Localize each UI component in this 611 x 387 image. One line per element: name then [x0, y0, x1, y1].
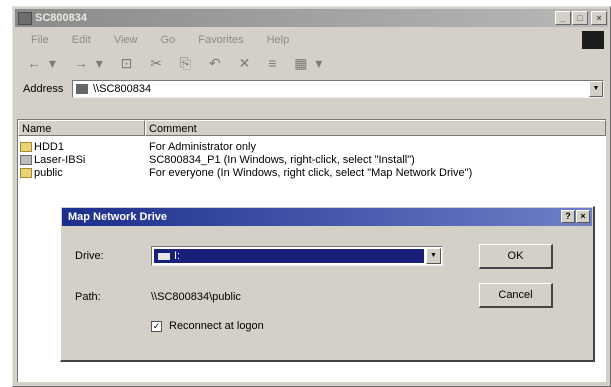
- dialog-titlebar[interactable]: Map Network Drive ? ×: [62, 208, 592, 226]
- drive-value: I:: [174, 250, 181, 262]
- dialog-title: Map Network Drive: [68, 211, 168, 223]
- views-icon[interactable]: ▦ ▾: [294, 55, 324, 71]
- item-comment: SC800834_P1 (In Windows, right-click, se…: [149, 154, 415, 166]
- undo-icon[interactable]: ↶: [209, 55, 223, 71]
- minimize-button[interactable]: _: [555, 11, 571, 25]
- item-comment: For Administrator only: [149, 141, 256, 153]
- help-button[interactable]: ?: [561, 210, 575, 223]
- reconnect-checkbox[interactable]: ✓: [151, 321, 162, 332]
- address-dropdown-arrow-icon[interactable]: ▼: [589, 81, 603, 97]
- address-label: Address: [23, 83, 64, 95]
- drive-selected-value: I:: [154, 249, 424, 263]
- menu-file[interactable]: File: [31, 34, 49, 46]
- network-computer-icon: [76, 84, 88, 94]
- copy-icon[interactable]: ⎘: [180, 55, 193, 71]
- list-item[interactable]: Laser-IBSi SC800834_P1 (In Windows, righ…: [18, 154, 606, 167]
- back-icon[interactable]: ← ▾: [27, 55, 58, 71]
- item-name[interactable]: Laser-IBSi: [34, 154, 85, 167]
- printer-icon: [20, 155, 32, 165]
- network-computer-icon: [18, 12, 32, 25]
- column-header-name[interactable]: Name: [18, 120, 145, 136]
- maximize-button[interactable]: □: [572, 11, 588, 25]
- address-bar: Address \\SC800834 ▼: [17, 79, 606, 101]
- map-network-drive-dialog: Map Network Drive ? × Drive: I: ▼ Path: \…: [60, 206, 595, 362]
- dialog-close-button[interactable]: ×: [576, 210, 590, 223]
- up-icon[interactable]: ⊡: [121, 55, 135, 71]
- drive-label: Drive:: [75, 250, 104, 262]
- path-value: \\SC800834\public: [151, 291, 241, 303]
- ok-button[interactable]: OK: [479, 244, 553, 269]
- window-titlebar[interactable]: SC800834 _ □ ×: [15, 9, 608, 27]
- window-title: SC800834: [35, 12, 87, 24]
- windows-logo-icon: [582, 31, 604, 49]
- column-header-comment[interactable]: Comment: [145, 120, 606, 136]
- item-name[interactable]: HDD1: [34, 141, 64, 154]
- folder-icon: [20, 142, 32, 152]
- menu-help[interactable]: Help: [267, 34, 290, 46]
- cancel-button[interactable]: Cancel: [479, 283, 553, 308]
- menu-edit[interactable]: Edit: [72, 34, 91, 46]
- item-comment: For everyone (In Windows, right click, s…: [149, 167, 473, 179]
- toolbar: ← ▾ → ▾ ⊡ ✂ ⎘ ↶ ✕ ≡ ▦ ▾: [17, 51, 606, 75]
- close-button[interactable]: ×: [591, 11, 607, 25]
- menu-go[interactable]: Go: [161, 34, 176, 46]
- menu-favorites[interactable]: Favorites: [198, 34, 243, 46]
- reconnect-label[interactable]: Reconnect at logon: [169, 320, 264, 332]
- item-name[interactable]: public: [34, 167, 63, 180]
- network-drive-icon: [158, 253, 170, 260]
- delete-icon[interactable]: ✕: [239, 55, 253, 71]
- list-item[interactable]: public For everyone (In Windows, right c…: [18, 167, 606, 180]
- cut-icon[interactable]: ✂: [150, 55, 164, 71]
- menu-view[interactable]: View: [114, 34, 138, 46]
- path-label: Path:: [75, 291, 101, 303]
- list-item[interactable]: HDD1 For Administrator only: [18, 141, 606, 154]
- menu-bar: File Edit View Go Favorites Help: [17, 31, 606, 49]
- address-value[interactable]: \\SC800834: [93, 83, 151, 95]
- folder-icon: [20, 168, 32, 178]
- address-input[interactable]: \\SC800834 ▼: [72, 80, 604, 98]
- chevron-down-icon[interactable]: ▼: [426, 248, 441, 264]
- properties-icon[interactable]: ≡: [268, 55, 278, 71]
- forward-icon[interactable]: → ▾: [74, 55, 105, 71]
- drive-select[interactable]: I: ▼: [151, 246, 443, 266]
